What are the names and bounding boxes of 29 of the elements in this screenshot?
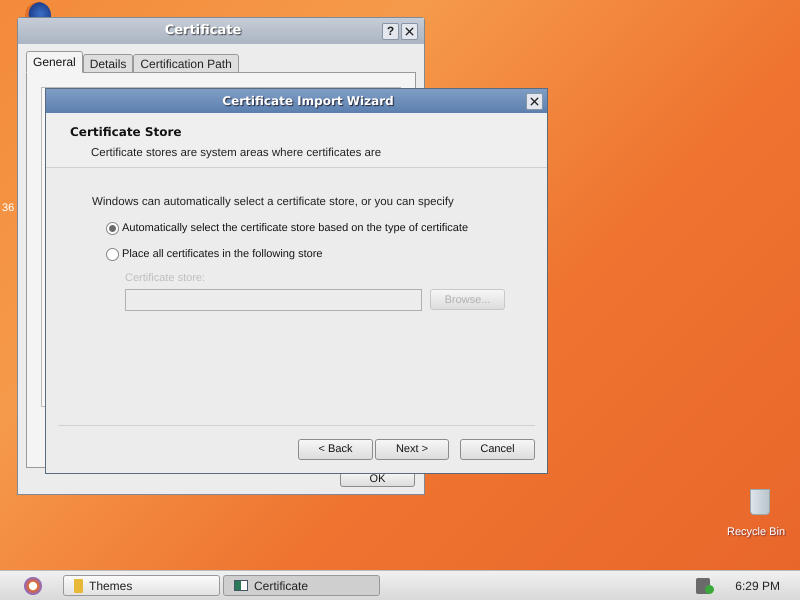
tab[interactable]: General <box>26 51 83 73</box>
taskbar-button[interactable]: Certificate <box>223 575 380 596</box>
radio-button[interactable] <box>106 248 119 260</box>
store-input-field[interactable] <box>125 288 422 311</box>
radio-option[interactable]: Place all certificates in the following store <box>106 246 547 262</box>
desktop-icon-label: 36 <box>2 201 14 216</box>
radio-button[interactable] <box>106 222 119 235</box>
help-button[interactable]: ? <box>382 22 399 40</box>
page-description: Certificate stores are system areas where certificates are <box>90 146 382 161</box>
window-icon <box>234 580 248 591</box>
window-title: Certificate <box>164 22 242 40</box>
tab[interactable]: Details <box>82 54 134 73</box>
start-menu-icon[interactable] <box>24 576 42 594</box>
close-icon <box>403 24 416 38</box>
back-button[interactable]: < Back <box>298 439 373 460</box>
folder-icon <box>74 578 83 592</box>
radio-option[interactable]: Automatically select the certificate store based on the type of certificate <box>106 220 547 237</box>
page-heading: Certificate Store <box>70 124 183 141</box>
globe-icon[interactable] <box>25 2 51 17</box>
close-button[interactable] <box>526 92 543 110</box>
close-icon <box>528 94 541 108</box>
clock[interactable]: 6:29 PM <box>735 576 780 594</box>
taskbar-button[interactable]: Themes <box>63 575 220 596</box>
next-button[interactable]: Next > <box>375 439 449 460</box>
tab[interactable]: Certification Path <box>133 54 239 73</box>
close-button[interactable] <box>401 22 418 40</box>
window-title: Certificate Import Wizard <box>221 93 395 110</box>
intro-text: Windows can automatically select a certificate store, or you can specify <box>92 195 455 210</box>
cancel-button[interactable]: Cancel <box>460 439 535 460</box>
